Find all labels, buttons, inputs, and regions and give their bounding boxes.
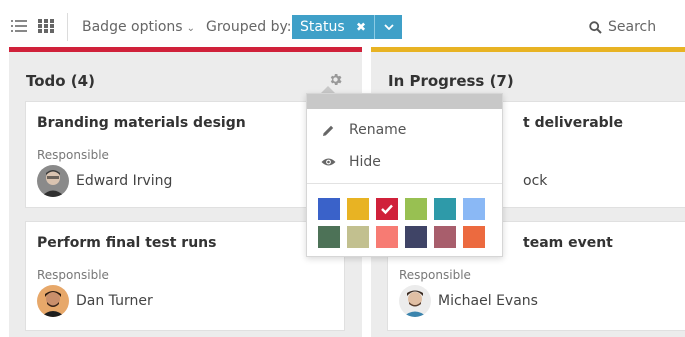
eye-icon [320,154,336,170]
list-view-icon[interactable] [11,18,27,32]
chevron-down-icon [383,24,394,30]
column-title: In Progress (7) [388,72,514,90]
task-card[interactable]: Perform final test runs Responsible Dan … [25,221,345,331]
person-name: Michael Evans [438,293,538,309]
color-swatch[interactable] [434,226,456,248]
card-title: t deliverable [523,115,623,131]
column-settings-gear-icon[interactable] [328,72,343,87]
toolbar-divider [67,13,68,41]
color-swatch[interactable] [434,198,456,220]
popup-header [307,94,502,109]
rename-menu-item[interactable]: Rename [307,116,502,144]
color-swatch[interactable] [318,226,340,248]
board-view-icon[interactable] [38,18,54,33]
color-swatch[interactable] [376,226,398,248]
avatar [37,165,69,197]
person-name: ock [523,173,548,189]
color-swatch[interactable] [318,198,340,220]
badge-options-dropdown[interactable]: Badge options ⌄ [82,18,195,38]
column-title: Todo (4) [26,72,95,90]
search-button[interactable]: Search [589,18,656,36]
avatar [37,285,69,317]
responsible-label: Responsible [37,268,109,282]
avatar [399,285,431,317]
responsible-label: Responsible [399,268,471,282]
grouping-dropdown-button[interactable] [374,15,402,39]
color-swatch[interactable] [463,198,485,220]
checkmark-icon [381,204,393,215]
card-title: team event [523,235,613,251]
popup-divider [307,183,502,184]
person-name: Dan Turner [76,293,153,309]
toolbar: Badge options ⌄ Grouped by: Status ✖ Sear… [0,0,685,46]
color-swatch[interactable] [463,226,485,248]
remove-grouping-icon[interactable]: ✖ [356,15,366,39]
grouped-by-value-label: Status [300,19,345,35]
search-icon [589,20,602,34]
card-title: Perform final test runs [37,235,217,251]
responsible-label: Responsible [37,148,109,162]
badge-options-label: Badge options [82,19,183,35]
search-label: Search [608,19,657,35]
color-swatch[interactable] [405,198,427,220]
hide-label: Hide [349,154,381,170]
color-swatch[interactable] [347,198,369,220]
color-swatch[interactable] [405,226,427,248]
color-swatch[interactable] [347,226,369,248]
grouped-by-label: Grouped by: [206,19,292,35]
column-options-popup: Rename Hide [306,93,503,257]
grouped-by-chip: Status ✖ [292,15,402,39]
pencil-icon [320,122,336,138]
task-card[interactable]: Branding materials design Responsible Ed… [25,101,345,208]
color-swatch[interactable] [376,198,398,220]
grouped-by-value[interactable]: Status ✖ [292,15,374,39]
hide-menu-item[interactable]: Hide [307,148,502,176]
person-name: Edward Irving [76,173,173,189]
card-title: Branding materials design [37,115,246,131]
chevron-down-icon: ⌄ [186,23,195,34]
rename-label: Rename [349,122,407,138]
